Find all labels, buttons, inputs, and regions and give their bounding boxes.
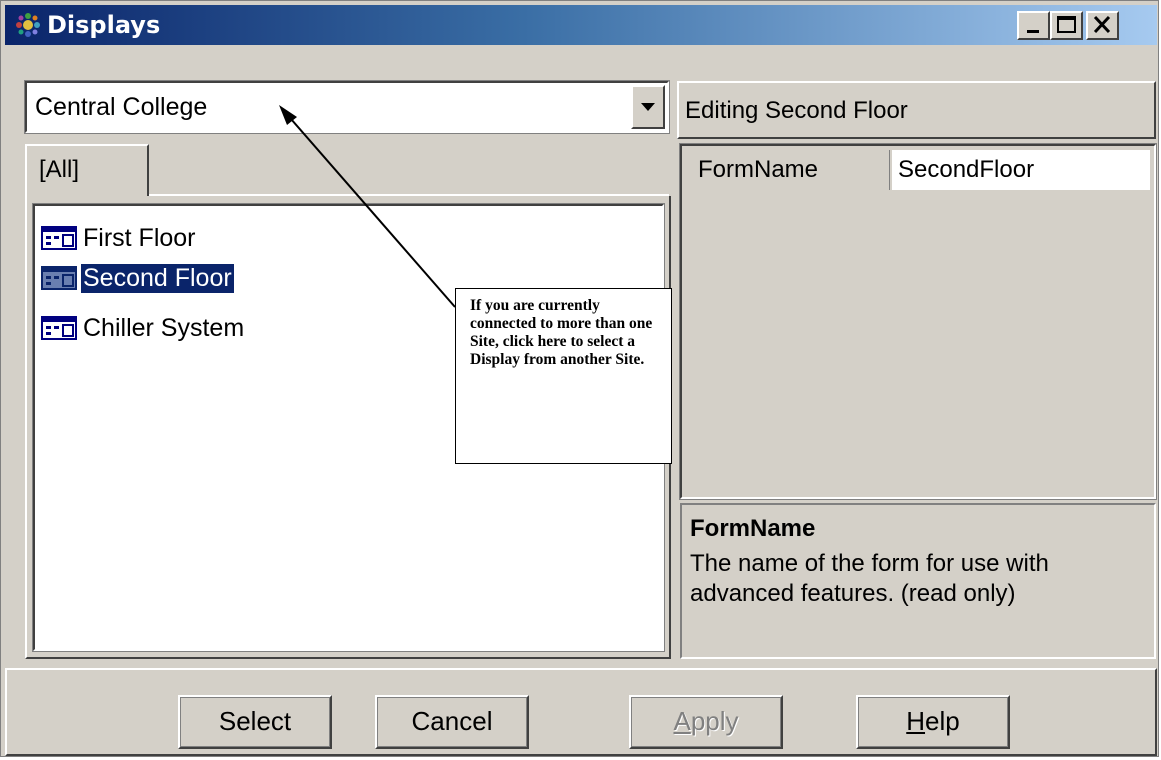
description-title: FormName [690, 515, 816, 542]
cancel-button[interactable]: Cancel [375, 695, 529, 749]
close-icon [1093, 15, 1111, 34]
annotation-callout: If you are currently connected to more t… [455, 288, 672, 464]
site-selector-dropdown[interactable]: Central College [24, 80, 670, 134]
property-value[interactable]: SecondFloor [892, 150, 1150, 190]
list-item[interactable]: First Floor [41, 220, 198, 256]
displays-window: Displays Central College [All] First Flo… [0, 0, 1159, 757]
dropdown-button[interactable] [631, 85, 665, 129]
apply-button[interactable]: Apply [629, 695, 783, 749]
property-description: FormName The name of the form for use wi… [680, 503, 1156, 659]
maximize-icon [1057, 16, 1076, 33]
property-row[interactable]: FormName SecondFloor [684, 150, 1150, 190]
help-button[interactable]: Help [856, 695, 1010, 749]
editor-header: Editing Second Floor [677, 81, 1156, 139]
list-item-selected[interactable]: Second Floor [41, 260, 235, 296]
tab-all-label: [All] [39, 156, 80, 183]
window-title: Displays [47, 11, 161, 39]
description-text: The name of the form for use with advanc… [690, 550, 1049, 607]
minimize-icon [1027, 30, 1039, 33]
property-grid[interactable]: FormName SecondFloor [679, 143, 1157, 500]
display-icon [41, 266, 77, 290]
display-icon [41, 226, 77, 250]
tab-all[interactable]: [All] [25, 144, 149, 196]
list-item-label: First Floor [83, 223, 196, 252]
close-button[interactable] [1086, 11, 1119, 40]
display-icon [41, 316, 77, 340]
site-selector-value: Central College [35, 93, 208, 121]
chevron-down-icon [641, 103, 655, 111]
list-item-label: Second Floor [80, 262, 235, 294]
maximize-button[interactable] [1050, 11, 1083, 40]
property-name: FormName [684, 150, 890, 190]
select-button[interactable]: Select [178, 695, 332, 749]
list-item[interactable]: Chiller System [41, 310, 246, 346]
list-item-label: Chiller System [83, 313, 245, 342]
title-bar[interactable]: Displays [5, 5, 1157, 45]
minimize-button[interactable] [1017, 11, 1050, 40]
displays-app-icon [16, 13, 40, 37]
button-bar: Select Cancel Apply Help [5, 668, 1157, 756]
editor-header-text: Editing Second Floor [685, 97, 908, 124]
